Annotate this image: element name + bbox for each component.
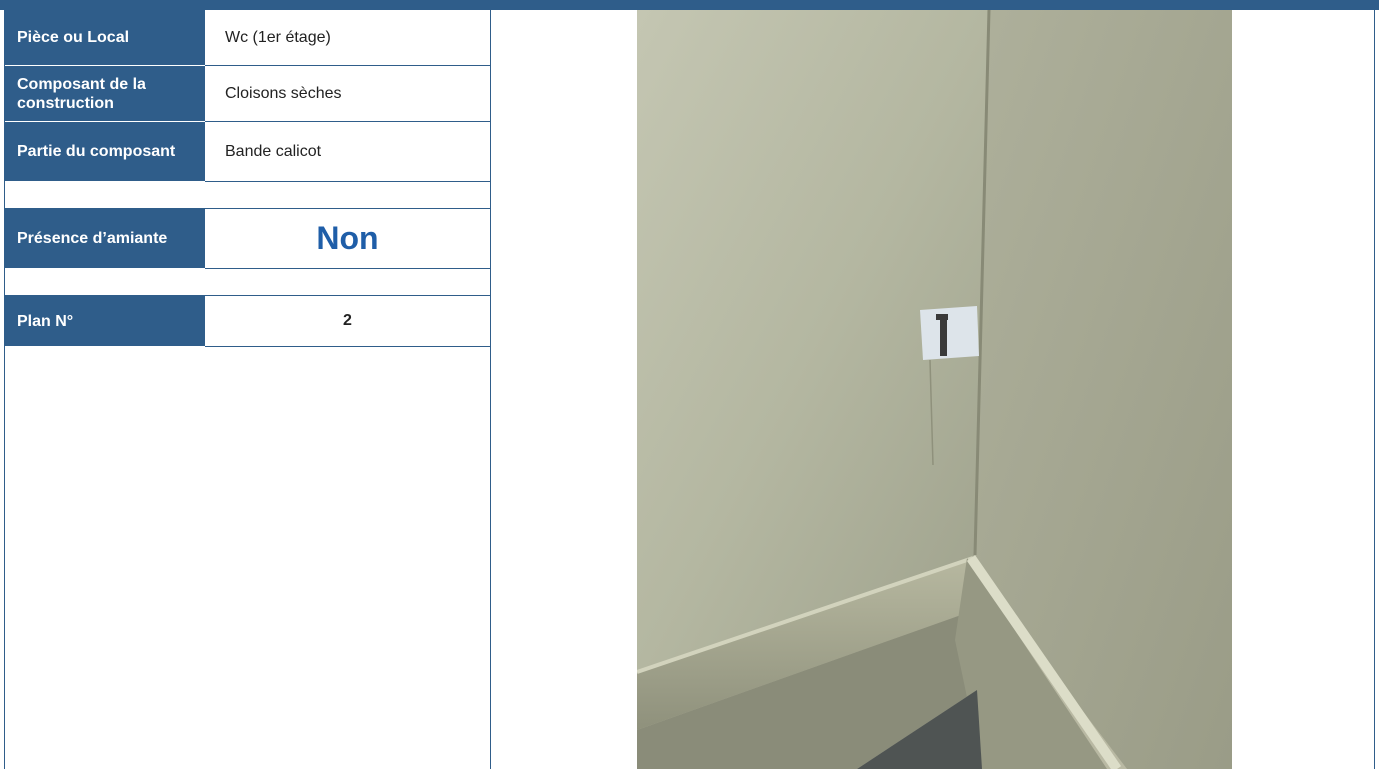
field-label: Composant de la construction: [5, 66, 205, 122]
field-row-piece: Pièce ou Local Wc (1er étage): [5, 10, 490, 66]
field-label: Partie du composant: [5, 122, 205, 182]
field-value: Cloisons sèches: [205, 66, 490, 122]
mid-border: [490, 10, 491, 769]
field-label: Pièce ou Local: [5, 10, 205, 66]
right-border: [1374, 10, 1375, 769]
plan-value: 2: [205, 296, 490, 347]
field-row-partie: Partie du composant Bande calicot: [5, 122, 490, 182]
inspection-photo: [637, 10, 1232, 769]
plan-label: Plan N°: [5, 296, 205, 347]
field-value: Bande calicot: [205, 122, 490, 182]
asbestos-value: Non: [205, 209, 490, 269]
report-page: Pièce ou Local Wc (1er étage) Composant …: [0, 0, 1379, 769]
asbestos-row: Présence d’amiante Non: [5, 209, 490, 269]
spacer-row: [5, 182, 490, 209]
wall-corner-photo: [637, 10, 1232, 769]
asbestos-label: Présence d’amiante: [5, 209, 205, 269]
plan-row: Plan N° 2: [5, 296, 490, 347]
spacer-row: [5, 269, 490, 296]
field-value: Wc (1er étage): [205, 10, 490, 66]
top-bar: [0, 0, 1379, 10]
field-row-composant: Composant de la construction Cloisons sè…: [5, 66, 490, 122]
